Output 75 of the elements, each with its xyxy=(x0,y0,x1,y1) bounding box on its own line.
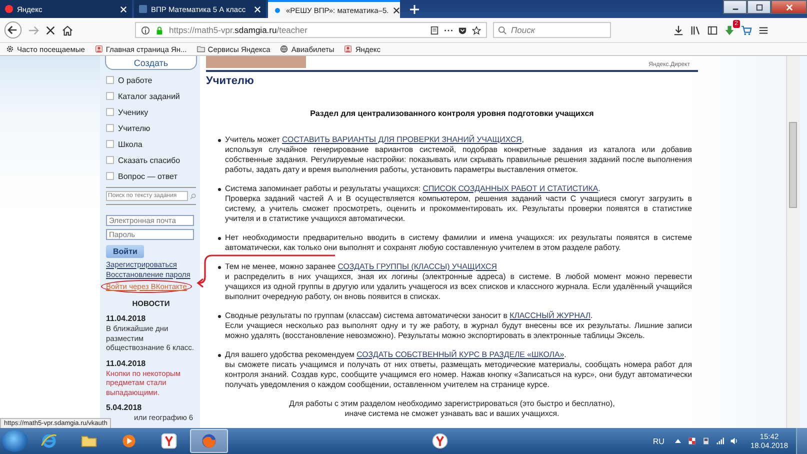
news-date: 11.04.2018 xyxy=(106,358,147,368)
person-badge-icon xyxy=(344,45,352,53)
device-icon[interactable] xyxy=(702,437,710,445)
menu-link[interactable]: О работе xyxy=(118,76,152,84)
menu-link[interactable]: Каталог заданий xyxy=(118,92,180,100)
search-icon xyxy=(498,26,507,34)
bookmark-star-icon[interactable] xyxy=(472,26,481,34)
square-bullet-icon xyxy=(106,156,114,164)
close-window-button[interactable] xyxy=(771,0,807,14)
bullet-icon xyxy=(218,188,221,191)
lock-icon xyxy=(155,26,164,34)
close-icon[interactable] xyxy=(392,6,400,14)
taskbar-app-button[interactable] xyxy=(190,429,228,453)
speaker-icon[interactable] xyxy=(730,437,738,445)
new-tab-icon[interactable] xyxy=(410,4,419,14)
menu-link[interactable]: Сказать спасибо xyxy=(118,156,180,164)
square-bullet-icon xyxy=(106,76,114,84)
pocket-icon[interactable] xyxy=(458,26,467,34)
flag-icon[interactable] xyxy=(688,437,696,445)
library-icon[interactable] xyxy=(690,24,701,36)
back-icon[interactable] xyxy=(4,21,22,39)
menu-link[interactable]: Ученику xyxy=(118,108,148,116)
maximize-button[interactable] xyxy=(747,0,771,14)
bullet-icon xyxy=(218,237,221,240)
menu-link[interactable]: Учителю xyxy=(118,124,150,132)
scrollbar-thumb[interactable] xyxy=(789,122,797,208)
sidebar-icon[interactable] xyxy=(707,24,718,36)
yandex-favicon-icon xyxy=(5,5,13,13)
fox-globe-icon xyxy=(200,432,218,450)
bullet-icon xyxy=(218,266,221,269)
gear-icon xyxy=(6,45,14,53)
square-bullet-icon xyxy=(106,172,114,180)
folder-icon xyxy=(196,45,205,53)
create-button[interactable]: Создать xyxy=(105,56,197,70)
url-text: https://math5-vpr.sdamgia.ru/teacher xyxy=(169,25,308,35)
y-logo-icon xyxy=(160,432,178,450)
maximize-icon xyxy=(756,4,762,10)
browser-e-icon xyxy=(40,432,58,450)
download-icon[interactable] xyxy=(673,24,684,36)
close-icon xyxy=(786,4,792,10)
caret-up-icon[interactable] xyxy=(674,437,682,445)
y-logo-icon xyxy=(431,432,450,450)
loading-dot-icon xyxy=(275,8,280,12)
menu-link[interactable]: Вопрос — ответ xyxy=(118,172,178,180)
bullet-icon xyxy=(218,315,221,318)
news-date: 5.04.2018 xyxy=(106,403,143,412)
login-button[interactable]: Войти xyxy=(106,245,144,258)
cart-icon[interactable] xyxy=(741,24,752,36)
person-badge-icon xyxy=(94,45,103,53)
home-icon[interactable] xyxy=(62,24,73,36)
start-button[interactable] xyxy=(2,430,28,452)
address-bar[interactable]: https://math5-vpr.sdamgia.ru/teacher xyxy=(135,22,487,38)
square-bullet-icon xyxy=(106,140,114,148)
bullet-icon xyxy=(218,139,221,142)
extension-arrow-icon[interactable] xyxy=(724,24,735,36)
menu-link[interactable]: Школа xyxy=(118,140,142,148)
vk-favicon-icon xyxy=(139,5,147,13)
square-bullet-icon xyxy=(106,124,114,132)
bullet-icon xyxy=(218,354,221,357)
globe-icon xyxy=(280,45,288,53)
language-indicator[interactable]: RU xyxy=(652,436,664,446)
minimize-button[interactable] xyxy=(723,0,747,14)
search-field[interactable]: Поиск xyxy=(493,22,611,38)
scrollbar[interactable] xyxy=(786,56,800,428)
menu-icon[interactable] xyxy=(758,24,769,36)
page-title: Учителю xyxy=(206,75,255,87)
news-date: 11.04.2018 xyxy=(106,314,147,323)
reader-view-icon[interactable] xyxy=(430,26,439,34)
stop-icon[interactable] xyxy=(45,24,56,36)
signal-icon[interactable] xyxy=(716,437,724,445)
section-heading: Раздел для централизованного контроля уровня подготовки учащихся xyxy=(309,109,595,118)
play-icon xyxy=(120,432,138,450)
square-bullet-icon xyxy=(106,108,114,116)
square-bullet-icon xyxy=(106,92,114,100)
info-icon[interactable] xyxy=(141,26,150,34)
